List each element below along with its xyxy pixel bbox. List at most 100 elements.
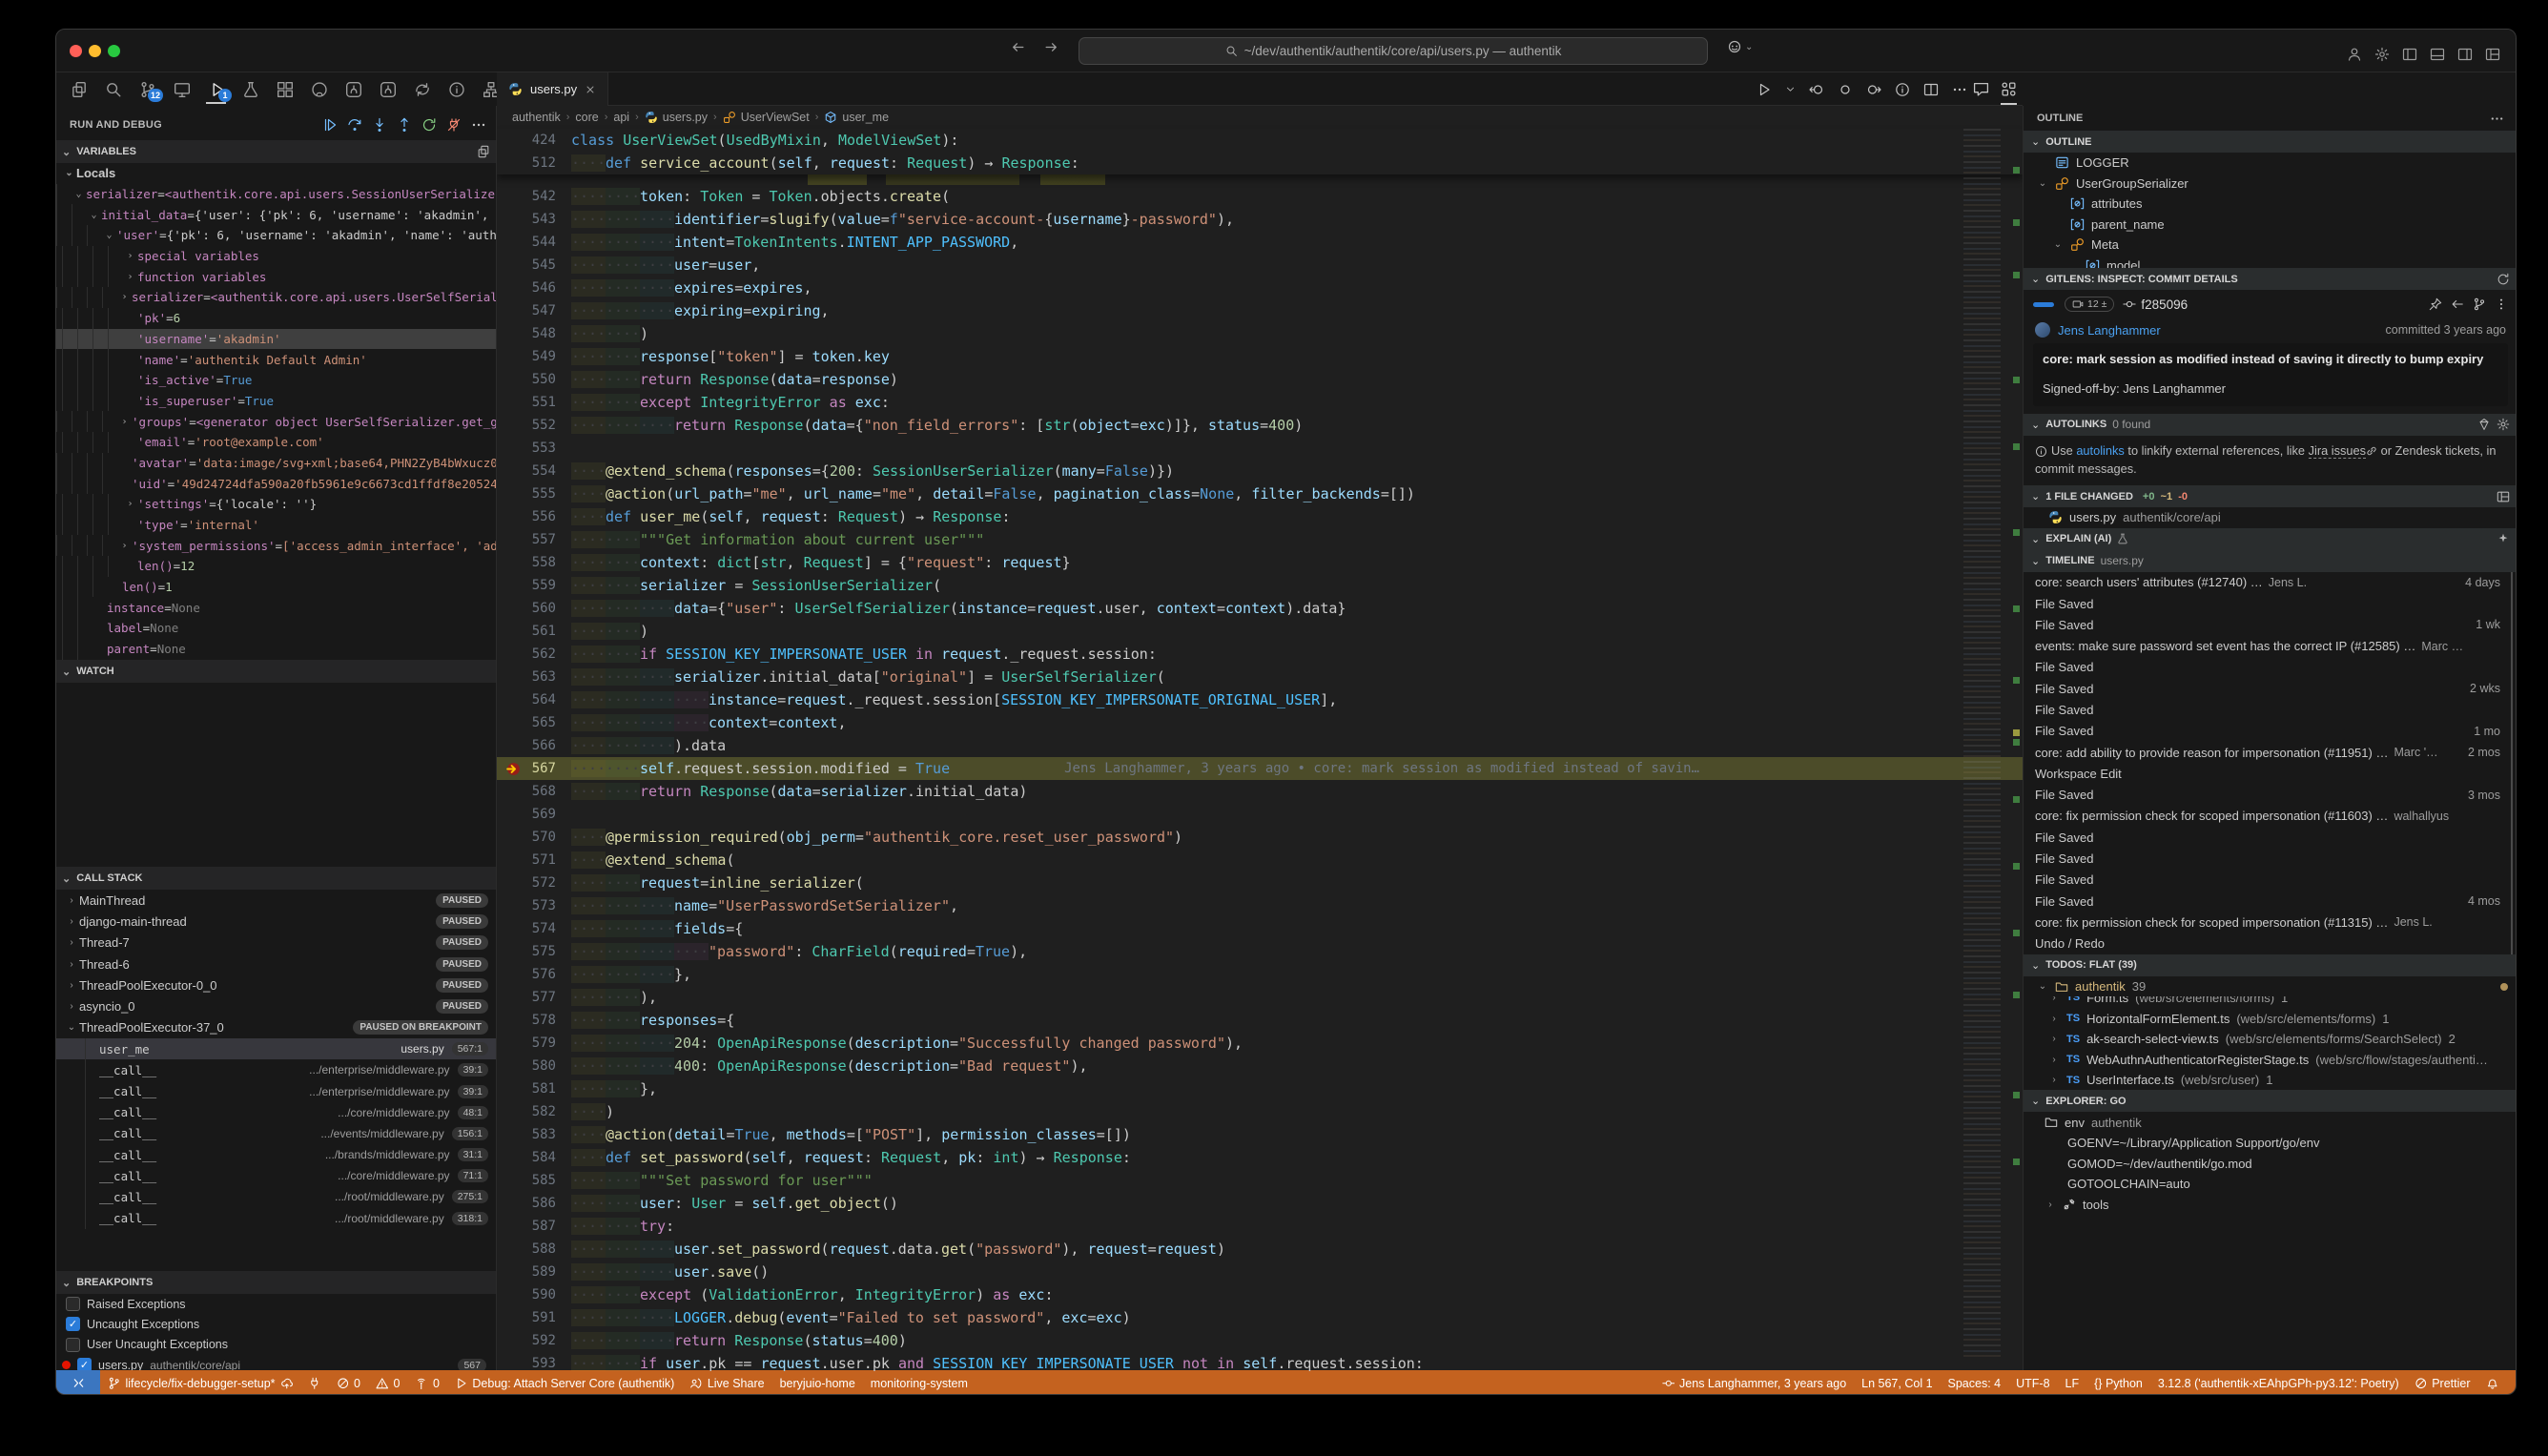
breakpoint-gutter[interactable] bbox=[497, 231, 529, 254]
breakpoint-gutter[interactable] bbox=[497, 1352, 529, 1371]
stack-frame-row[interactable]: __call__.../core/middleware.py48:1 bbox=[56, 1102, 496, 1123]
stack-frame-row[interactable]: __call__.../root/middleware.py318:1 bbox=[56, 1208, 496, 1229]
timeline-entry[interactable]: Workspace Edit bbox=[2024, 763, 2517, 784]
code-line[interactable]: 512····def service_account(self, request… bbox=[497, 152, 2023, 174]
variable-row[interactable]: 'username' = 'akadmin' bbox=[56, 329, 496, 350]
variable-row[interactable]: ⌄Locals bbox=[56, 163, 496, 184]
variable-row[interactable]: 'email' = 'root@example.com' bbox=[56, 432, 496, 453]
breakpoint-gutter[interactable] bbox=[497, 1329, 529, 1352]
timeline-entry[interactable]: File Saved bbox=[2024, 870, 2517, 891]
pin-icon[interactable] bbox=[2429, 290, 2442, 318]
todos-section-header[interactable]: ⌄TODOS: FLAT (39) bbox=[2024, 954, 2517, 976]
variable-row[interactable]: 'is_superuser' = True bbox=[56, 391, 496, 412]
watch-section-header[interactable]: ⌄WATCH bbox=[56, 660, 496, 683]
code-line[interactable]: 591············LOGGER.debug(event="Faile… bbox=[497, 1306, 2023, 1329]
previous-change[interactable] bbox=[1809, 75, 1824, 104]
autolinks-link[interactable]: autolinks bbox=[2076, 443, 2125, 458]
gitlens-section-header[interactable]: ⌄GITLENS: INSPECT: COMMIT DETAILS bbox=[2024, 268, 2517, 290]
debug-step-into[interactable] bbox=[372, 116, 387, 133]
variable-row[interactable]: 'is_active' = True bbox=[56, 370, 496, 391]
activity-explorer[interactable] bbox=[66, 75, 92, 104]
variable-row[interactable]: ⌄'user' = {'pk': 6, 'username': 'akadmin… bbox=[56, 225, 496, 246]
activity-live-share[interactable] bbox=[409, 75, 435, 104]
breakpoint-gutter[interactable] bbox=[497, 185, 529, 208]
activity-source-control[interactable]: 12 bbox=[134, 75, 160, 104]
sparkle-icon[interactable] bbox=[2497, 524, 2510, 553]
code-line[interactable]: 562········if SESSION_KEY_IMPERSONATE_US… bbox=[497, 643, 2023, 666]
statusbar-ports[interactable]: 0 bbox=[415, 1377, 439, 1390]
remote-indicator[interactable] bbox=[56, 1370, 100, 1395]
code-line[interactable]: 588············user.set_password(request… bbox=[497, 1238, 2023, 1261]
autolinks-section-header[interactable]: ⌄AUTOLINKS0 found bbox=[2024, 414, 2517, 436]
code-line[interactable]: 575················"password": CharField… bbox=[497, 940, 2023, 963]
code-line[interactable]: 586········user: User = self.get_object(… bbox=[497, 1192, 2023, 1215]
timeline-entry[interactable]: core: search users' attributes (#12740) … bbox=[2024, 572, 2517, 593]
breakpoint-row[interactable]: ✓users.pyauthentik/core/api567 bbox=[56, 1355, 496, 1371]
stack-frame-row[interactable]: __call__.../brands/middleware.py31:1 bbox=[56, 1144, 496, 1165]
timeline-entry[interactable]: Undo / Redo bbox=[2024, 933, 2517, 954]
todo-item[interactable]: ›TSWebAuthnAuthenticatorRegisterStage.ts… bbox=[2024, 1049, 2517, 1070]
breakpoint-gutter[interactable] bbox=[497, 666, 529, 688]
breakpoint-gutter[interactable] bbox=[497, 872, 529, 894]
breakpoint-gutter[interactable] bbox=[497, 643, 529, 666]
changed-file-row[interactable]: users.pyauthentik/core/api bbox=[2024, 507, 2517, 528]
code-line[interactable]: 579············204: OpenApiResponse(desc… bbox=[497, 1032, 2023, 1055]
thread-row[interactable]: ›Thread-7PAUSED bbox=[56, 933, 496, 954]
breakpoint-gutter[interactable] bbox=[497, 917, 529, 940]
activity-remote-explorer[interactable] bbox=[169, 75, 195, 104]
code-line[interactable]: 560············data={"user": UserSelfSer… bbox=[497, 597, 2023, 620]
statusbar-beryjuio-home[interactable]: beryjuio-home bbox=[780, 1377, 855, 1390]
statusbar-indentation[interactable]: Spaces: 4 bbox=[1948, 1377, 2002, 1390]
breakpoint-checkbox[interactable] bbox=[66, 1297, 80, 1311]
code-line[interactable]: 555····@action(url_path="me", url_name="… bbox=[497, 482, 2023, 505]
breakpoint-gutter[interactable] bbox=[497, 391, 529, 414]
outline-item-UserGroupSerializer[interactable]: ⌄UserGroupSerializer bbox=[2024, 174, 2517, 195]
code-line[interactable]: 542········token: Token = Token.objects.… bbox=[497, 185, 2023, 208]
stack-frame-row[interactable]: __call__.../core/middleware.py71:1 bbox=[56, 1165, 496, 1186]
code-line[interactable]: 551········except IntegrityError as exc: bbox=[497, 391, 2023, 414]
layout-icon[interactable] bbox=[2497, 482, 2510, 511]
variable-row[interactable]: 'name' = 'authentik Default Admin' bbox=[56, 349, 496, 370]
tab-users-py[interactable]: users.py bbox=[497, 72, 608, 106]
timeline-entry[interactable]: File Saved1 mo bbox=[2024, 721, 2517, 742]
thread-row[interactable]: ›ThreadPoolExecutor-0_0PAUSED bbox=[56, 974, 496, 995]
gitlens-files-pill[interactable]: 12 ± bbox=[2065, 297, 2114, 312]
account[interactable] bbox=[2347, 40, 2362, 69]
debug-debug-more[interactable] bbox=[471, 116, 486, 133]
code-line[interactable]: 547············expiring=expiring, bbox=[497, 299, 2023, 322]
current-debug-line[interactable]: 567········self.request.session.modified… bbox=[497, 757, 2023, 780]
breadcrumb-authentik[interactable]: authentik bbox=[512, 111, 561, 124]
todos-root-row[interactable]: ⌄authentik39 bbox=[2024, 976, 2517, 997]
statusbar-live-share[interactable]: Live Share bbox=[689, 1377, 764, 1390]
code-line[interactable]: 581········}, bbox=[497, 1077, 2023, 1100]
code-line[interactable]: 583····@action(detail=True, methods=["PO… bbox=[497, 1123, 2023, 1146]
customize-layout[interactable] bbox=[2485, 40, 2500, 69]
timeline-entry[interactable]: core: add ability to provide reason for … bbox=[2024, 742, 2517, 763]
breakpoint-gutter[interactable] bbox=[497, 826, 529, 849]
statusbar-cursor-position[interactable]: Ln 567, Col 1 bbox=[1861, 1377, 1932, 1390]
explorer-row-tools[interactable]: ›tools bbox=[2024, 1194, 2517, 1215]
code-line[interactable]: 589············user.save() bbox=[497, 1261, 2023, 1283]
explorer-row-GOMOD[interactable]: GOMOD=~/dev/authentik/go.mod bbox=[2024, 1153, 2517, 1174]
code-line[interactable]: 424class UserViewSet(UsedByMixin, ModelV… bbox=[497, 129, 2023, 152]
code-line[interactable]: 564················instance=request._req… bbox=[497, 688, 2023, 711]
code-line[interactable]: 571····@extend_schema( bbox=[497, 849, 2023, 872]
timeline-entry[interactable]: File Saved bbox=[2024, 657, 2517, 678]
explain-ai-section-header[interactable]: ⌄EXPLAIN (AI) bbox=[2024, 528, 2517, 550]
stack-frame-row[interactable]: __call__.../events/middleware.py156:1 bbox=[56, 1123, 496, 1144]
breakpoint-gutter[interactable] bbox=[497, 437, 529, 460]
variable-row[interactable]: ›special variables bbox=[56, 246, 496, 267]
breakpoint-checkbox[interactable] bbox=[66, 1338, 80, 1352]
breakpoint-gutter[interactable] bbox=[497, 620, 529, 643]
variable-row[interactable]: ›function variables bbox=[56, 266, 496, 287]
statusbar-warnings[interactable]: 0 bbox=[376, 1377, 400, 1390]
code-line[interactable]: 580············400: OpenApiResponse(desc… bbox=[497, 1055, 2023, 1077]
jira-issues-link[interactable]: Jira issues bbox=[2309, 443, 2366, 459]
breakpoint-gutter[interactable] bbox=[497, 208, 529, 231]
code-line[interactable]: 550········return Response(data=response… bbox=[497, 368, 2023, 391]
timeline-entry[interactable]: File Saved2 wks bbox=[2024, 678, 2517, 699]
breakpoint-gutter[interactable] bbox=[497, 597, 529, 620]
explorer-row-env[interactable]: envauthentik bbox=[2024, 1112, 2517, 1133]
breakpoint-gutter[interactable] bbox=[497, 1146, 529, 1169]
code-line[interactable]: 576············}, bbox=[497, 963, 2023, 986]
